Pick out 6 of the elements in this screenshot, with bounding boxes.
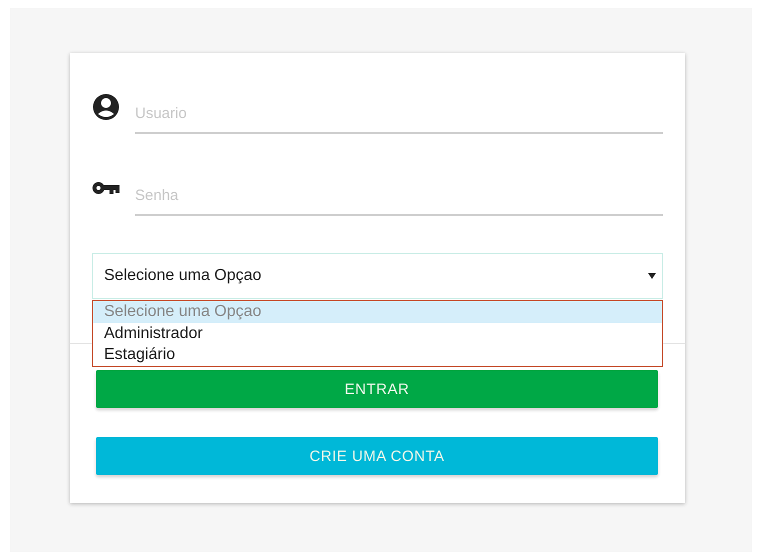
key-icon — [92, 181, 120, 194]
role-select[interactable]: Selecione uma Opçao — [92, 253, 663, 299]
caret-icon — [648, 273, 656, 279]
dropdown-option[interactable]: Estagiário — [93, 344, 662, 366]
user-icon — [92, 93, 120, 121]
dropdown-option[interactable]: Administrador — [93, 322, 662, 344]
